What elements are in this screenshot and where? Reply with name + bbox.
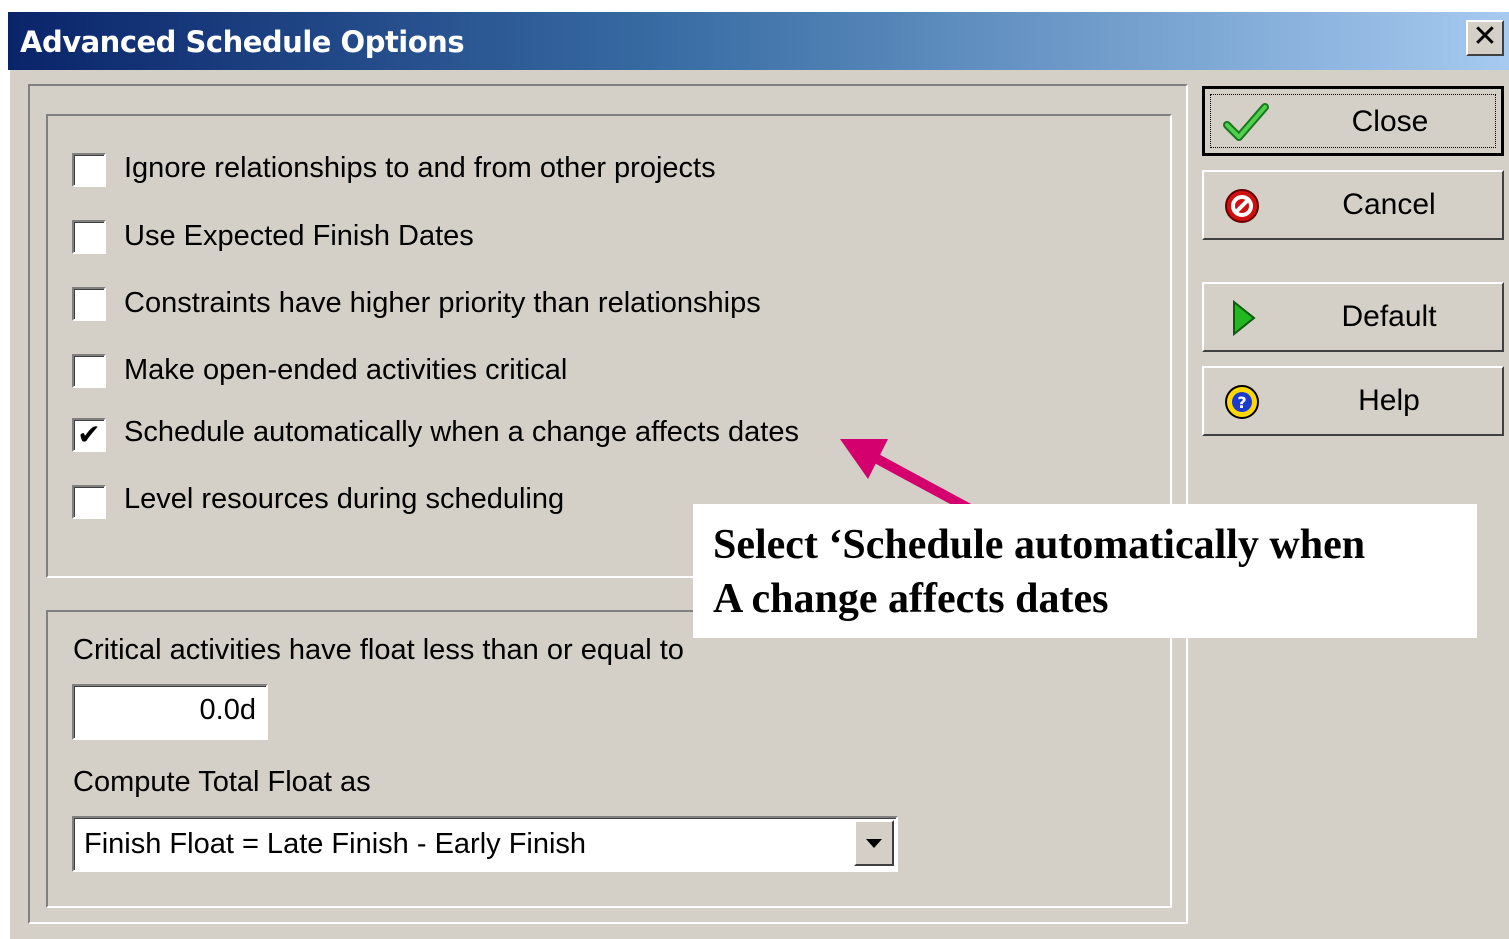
annotation-callout: Select ‘Schedule automatically when A ch…: [693, 504, 1477, 638]
compute-float-select[interactable]: Finish Float = Late Finish - Early Finis…: [72, 816, 898, 872]
option-label: Constraints have higher priority than re…: [124, 287, 761, 319]
checkmark-icon: [1223, 103, 1269, 141]
annotation-line-2: A change affects dates: [713, 576, 1109, 622]
option-label: Make open-ended activities critical: [124, 354, 568, 386]
compute-float-label: Compute Total Float as: [73, 766, 371, 798]
play-arrow-icon: [1233, 299, 1256, 337]
checkbox[interactable]: [72, 153, 106, 187]
close-button[interactable]: Close: [1202, 86, 1504, 156]
checkbox[interactable]: [72, 485, 106, 519]
cancel-icon: [1225, 189, 1259, 223]
checkbox[interactable]: [72, 354, 106, 388]
checkbox[interactable]: [72, 220, 106, 254]
cancel-button[interactable]: Cancel: [1202, 170, 1504, 240]
help-button[interactable]: ? Help: [1202, 366, 1504, 436]
help-icon: ?: [1225, 385, 1259, 419]
title-bar: Advanced Schedule Options: [8, 12, 1509, 70]
window-title: Advanced Schedule Options: [20, 25, 465, 59]
checkmark-icon: ✔: [77, 418, 101, 451]
default-button[interactable]: Default: [1202, 282, 1504, 352]
critical-float-label: Critical activities have float less than…: [73, 634, 684, 666]
close-icon: ✕: [1472, 19, 1498, 54]
default-button-label: Default: [1341, 300, 1437, 333]
checkbox[interactable]: [72, 287, 106, 321]
cancel-button-label: Cancel: [1342, 188, 1436, 221]
annotation-line-1: Select ‘Schedule automatically when: [713, 522, 1366, 568]
window-close-button[interactable]: ✕: [1466, 20, 1504, 56]
option-label: Use Expected Finish Dates: [124, 220, 474, 252]
chevron-down-icon: [866, 839, 882, 848]
dropdown-button[interactable]: [854, 820, 894, 866]
help-button-label: Help: [1358, 384, 1420, 417]
compute-float-value: Finish Float = Late Finish - Early Finis…: [84, 828, 587, 860]
option-label: Schedule automatically when a change aff…: [124, 416, 799, 448]
option-label: Level resources during scheduling: [124, 483, 565, 515]
close-button-label: Close: [1351, 105, 1429, 138]
option-label: Ignore relationships to and from other p…: [124, 152, 716, 184]
checkbox-checked[interactable]: ✔: [72, 418, 106, 452]
critical-float-input[interactable]: 0.0d: [72, 684, 268, 740]
svg-text:?: ?: [1237, 393, 1246, 412]
critical-float-value: 0.0d: [199, 694, 256, 726]
annotation-arrow-icon: [840, 439, 973, 514]
